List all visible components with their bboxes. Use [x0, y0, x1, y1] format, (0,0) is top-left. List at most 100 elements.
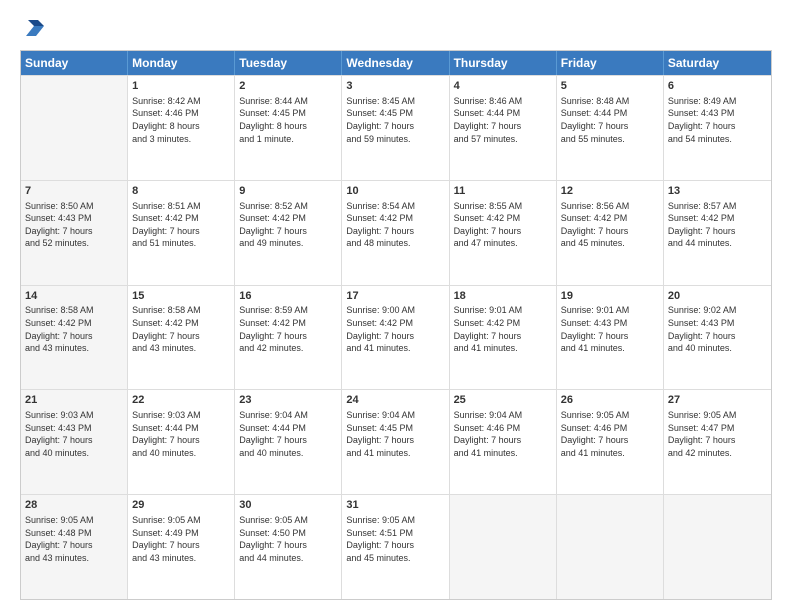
cal-cell: 28Sunrise: 9:05 AM Sunset: 4:48 PM Dayli… [21, 495, 128, 599]
header-day-sunday: Sunday [21, 51, 128, 75]
cal-cell [664, 495, 771, 599]
cal-cell: 10Sunrise: 8:54 AM Sunset: 4:42 PM Dayli… [342, 181, 449, 285]
day-number: 20 [668, 289, 767, 304]
cell-content: Sunrise: 8:50 AM Sunset: 4:43 PM Dayligh… [25, 200, 123, 250]
day-number: 17 [346, 289, 444, 304]
cell-content: Sunrise: 9:00 AM Sunset: 4:42 PM Dayligh… [346, 304, 444, 354]
cal-cell: 9Sunrise: 8:52 AM Sunset: 4:42 PM Daylig… [235, 181, 342, 285]
cal-cell: 3Sunrise: 8:45 AM Sunset: 4:45 PM Daylig… [342, 76, 449, 180]
cell-content: Sunrise: 8:51 AM Sunset: 4:42 PM Dayligh… [132, 200, 230, 250]
day-number: 3 [346, 79, 444, 94]
day-number: 16 [239, 289, 337, 304]
day-number: 14 [25, 289, 123, 304]
cal-cell: 16Sunrise: 8:59 AM Sunset: 4:42 PM Dayli… [235, 286, 342, 390]
header [20, 18, 772, 40]
cell-content: Sunrise: 8:52 AM Sunset: 4:42 PM Dayligh… [239, 200, 337, 250]
cal-cell: 19Sunrise: 9:01 AM Sunset: 4:43 PM Dayli… [557, 286, 664, 390]
cal-cell [21, 76, 128, 180]
cal-cell: 5Sunrise: 8:48 AM Sunset: 4:44 PM Daylig… [557, 76, 664, 180]
cal-cell: 20Sunrise: 9:02 AM Sunset: 4:43 PM Dayli… [664, 286, 771, 390]
cal-cell: 23Sunrise: 9:04 AM Sunset: 4:44 PM Dayli… [235, 390, 342, 494]
day-number: 6 [668, 79, 767, 94]
cal-cell: 26Sunrise: 9:05 AM Sunset: 4:46 PM Dayli… [557, 390, 664, 494]
day-number: 25 [454, 393, 552, 408]
day-number: 22 [132, 393, 230, 408]
cal-cell: 4Sunrise: 8:46 AM Sunset: 4:44 PM Daylig… [450, 76, 557, 180]
cell-content: Sunrise: 9:04 AM Sunset: 4:46 PM Dayligh… [454, 409, 552, 459]
cell-content: Sunrise: 9:03 AM Sunset: 4:44 PM Dayligh… [132, 409, 230, 459]
cal-cell: 12Sunrise: 8:56 AM Sunset: 4:42 PM Dayli… [557, 181, 664, 285]
day-number: 30 [239, 498, 337, 513]
cal-cell: 21Sunrise: 9:03 AM Sunset: 4:43 PM Dayli… [21, 390, 128, 494]
cell-content: Sunrise: 9:04 AM Sunset: 4:44 PM Dayligh… [239, 409, 337, 459]
day-number: 4 [454, 79, 552, 94]
cell-content: Sunrise: 8:42 AM Sunset: 4:46 PM Dayligh… [132, 95, 230, 145]
header-day-tuesday: Tuesday [235, 51, 342, 75]
cal-cell: 15Sunrise: 8:58 AM Sunset: 4:42 PM Dayli… [128, 286, 235, 390]
cal-cell [557, 495, 664, 599]
day-number: 26 [561, 393, 659, 408]
cell-content: Sunrise: 9:01 AM Sunset: 4:43 PM Dayligh… [561, 304, 659, 354]
cell-content: Sunrise: 8:55 AM Sunset: 4:42 PM Dayligh… [454, 200, 552, 250]
cell-content: Sunrise: 8:54 AM Sunset: 4:42 PM Dayligh… [346, 200, 444, 250]
day-number: 13 [668, 184, 767, 199]
cal-cell: 25Sunrise: 9:04 AM Sunset: 4:46 PM Dayli… [450, 390, 557, 494]
cell-content: Sunrise: 8:46 AM Sunset: 4:44 PM Dayligh… [454, 95, 552, 145]
cell-content: Sunrise: 9:02 AM Sunset: 4:43 PM Dayligh… [668, 304, 767, 354]
cell-content: Sunrise: 8:56 AM Sunset: 4:42 PM Dayligh… [561, 200, 659, 250]
day-number: 31 [346, 498, 444, 513]
cell-content: Sunrise: 9:01 AM Sunset: 4:42 PM Dayligh… [454, 304, 552, 354]
cell-content: Sunrise: 9:05 AM Sunset: 4:49 PM Dayligh… [132, 514, 230, 564]
week-row-1: 1Sunrise: 8:42 AM Sunset: 4:46 PM Daylig… [21, 75, 771, 180]
cal-cell: 22Sunrise: 9:03 AM Sunset: 4:44 PM Dayli… [128, 390, 235, 494]
calendar-body: 1Sunrise: 8:42 AM Sunset: 4:46 PM Daylig… [21, 75, 771, 599]
cell-content: Sunrise: 8:49 AM Sunset: 4:43 PM Dayligh… [668, 95, 767, 145]
cell-content: Sunrise: 9:04 AM Sunset: 4:45 PM Dayligh… [346, 409, 444, 459]
day-number: 12 [561, 184, 659, 199]
cal-cell: 17Sunrise: 9:00 AM Sunset: 4:42 PM Dayli… [342, 286, 449, 390]
header-day-friday: Friday [557, 51, 664, 75]
cell-content: Sunrise: 9:05 AM Sunset: 4:47 PM Dayligh… [668, 409, 767, 459]
day-number: 8 [132, 184, 230, 199]
cal-cell: 27Sunrise: 9:05 AM Sunset: 4:47 PM Dayli… [664, 390, 771, 494]
cell-content: Sunrise: 8:45 AM Sunset: 4:45 PM Dayligh… [346, 95, 444, 145]
cal-cell: 30Sunrise: 9:05 AM Sunset: 4:50 PM Dayli… [235, 495, 342, 599]
header-day-saturday: Saturday [664, 51, 771, 75]
cal-cell: 11Sunrise: 8:55 AM Sunset: 4:42 PM Dayli… [450, 181, 557, 285]
cal-cell: 8Sunrise: 8:51 AM Sunset: 4:42 PM Daylig… [128, 181, 235, 285]
day-number: 27 [668, 393, 767, 408]
day-number: 24 [346, 393, 444, 408]
day-number: 9 [239, 184, 337, 199]
cal-cell [450, 495, 557, 599]
day-number: 7 [25, 184, 123, 199]
day-number: 11 [454, 184, 552, 199]
day-number: 23 [239, 393, 337, 408]
cell-content: Sunrise: 8:59 AM Sunset: 4:42 PM Dayligh… [239, 304, 337, 354]
cal-cell: 18Sunrise: 9:01 AM Sunset: 4:42 PM Dayli… [450, 286, 557, 390]
day-number: 10 [346, 184, 444, 199]
cal-cell: 6Sunrise: 8:49 AM Sunset: 4:43 PM Daylig… [664, 76, 771, 180]
cal-cell: 24Sunrise: 9:04 AM Sunset: 4:45 PM Dayli… [342, 390, 449, 494]
week-row-2: 7Sunrise: 8:50 AM Sunset: 4:43 PM Daylig… [21, 180, 771, 285]
day-number: 2 [239, 79, 337, 94]
day-number: 1 [132, 79, 230, 94]
cal-cell: 29Sunrise: 9:05 AM Sunset: 4:49 PM Dayli… [128, 495, 235, 599]
logo [20, 18, 44, 40]
cal-cell: 1Sunrise: 8:42 AM Sunset: 4:46 PM Daylig… [128, 76, 235, 180]
cell-content: Sunrise: 9:05 AM Sunset: 4:46 PM Dayligh… [561, 409, 659, 459]
cell-content: Sunrise: 8:58 AM Sunset: 4:42 PM Dayligh… [132, 304, 230, 354]
calendar-header-row: SundayMondayTuesdayWednesdayThursdayFrid… [21, 51, 771, 75]
calendar: SundayMondayTuesdayWednesdayThursdayFrid… [20, 50, 772, 600]
day-number: 15 [132, 289, 230, 304]
cal-cell: 2Sunrise: 8:44 AM Sunset: 4:45 PM Daylig… [235, 76, 342, 180]
cell-content: Sunrise: 9:05 AM Sunset: 4:51 PM Dayligh… [346, 514, 444, 564]
day-number: 18 [454, 289, 552, 304]
cell-content: Sunrise: 9:03 AM Sunset: 4:43 PM Dayligh… [25, 409, 123, 459]
cell-content: Sunrise: 8:58 AM Sunset: 4:42 PM Dayligh… [25, 304, 123, 354]
cal-cell: 13Sunrise: 8:57 AM Sunset: 4:42 PM Dayli… [664, 181, 771, 285]
cell-content: Sunrise: 8:57 AM Sunset: 4:42 PM Dayligh… [668, 200, 767, 250]
cell-content: Sunrise: 9:05 AM Sunset: 4:50 PM Dayligh… [239, 514, 337, 564]
cell-content: Sunrise: 9:05 AM Sunset: 4:48 PM Dayligh… [25, 514, 123, 564]
cal-cell: 14Sunrise: 8:58 AM Sunset: 4:42 PM Dayli… [21, 286, 128, 390]
week-row-4: 21Sunrise: 9:03 AM Sunset: 4:43 PM Dayli… [21, 389, 771, 494]
